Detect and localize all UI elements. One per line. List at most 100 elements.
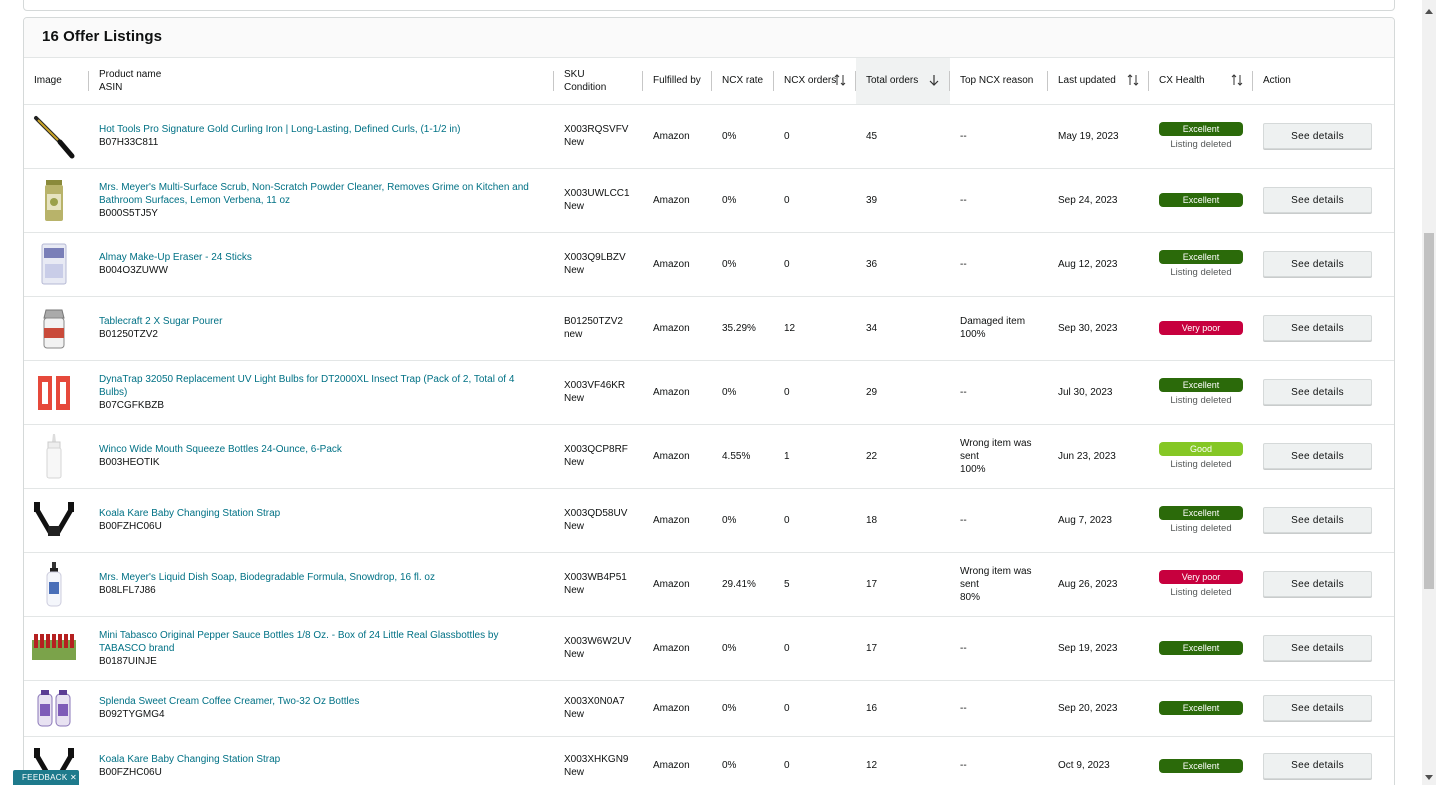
card-header: 16 Offer Listings <box>24 18 1394 58</box>
product-name-link[interactable]: Tablecraft 2 X Sugar Pourer <box>99 315 544 328</box>
see-details-button[interactable]: See details <box>1263 635 1372 661</box>
cx-health-cell: Excellent <box>1149 680 1253 736</box>
see-details-button[interactable]: See details <box>1263 443 1372 469</box>
ncx-orders: 0 <box>784 258 790 270</box>
ncx-reason: -- <box>960 760 967 772</box>
table-row: Mrs. Meyer's Liquid Dish Soap, Biodegrad… <box>24 552 1394 616</box>
asin: B092TYGMG4 <box>99 709 165 720</box>
see-details-button[interactable]: See details <box>1263 251 1372 277</box>
product-thumbnail[interactable] <box>30 432 78 480</box>
product-thumbnail[interactable] <box>30 112 78 160</box>
top-ncx-reason-cell: -- <box>950 616 1048 680</box>
total-orders: 16 <box>866 702 878 714</box>
total-orders: 18 <box>866 514 878 526</box>
product-name-link[interactable]: Splenda Sweet Cream Coffee Creamer, Two-… <box>99 695 544 708</box>
scrollbar-thumb[interactable] <box>1424 233 1434 589</box>
listing-status: Listing deleted <box>1170 138 1232 150</box>
product-thumbnail[interactable] <box>30 684 78 732</box>
product-image-cell <box>24 680 89 736</box>
product-name-cell: Mini Tabasco Original Pepper Sauce Bottl… <box>89 616 554 680</box>
fulfilled-by: Amazon <box>653 514 690 526</box>
condition: New <box>564 201 585 212</box>
product-thumbnail[interactable] <box>30 368 78 416</box>
product-thumbnail[interactable] <box>30 624 78 672</box>
see-details-button[interactable]: See details <box>1263 695 1372 721</box>
product-thumbnail[interactable] <box>30 496 78 544</box>
asin: B003HEOTIK <box>99 457 160 468</box>
see-details-button[interactable]: See details <box>1263 379 1372 405</box>
top-ncx-reason-cell: -- <box>950 360 1048 424</box>
ncx-reason: -- <box>960 258 967 270</box>
fulfilled-by: Amazon <box>653 258 690 270</box>
product-name-link[interactable]: Mrs. Meyer's Liquid Dish Soap, Biodegrad… <box>99 571 544 584</box>
last-updated: Sep 30, 2023 <box>1058 322 1118 334</box>
feedback-tab[interactable]: FEEDBACK ✕ <box>13 770 79 785</box>
fulfilled-by: Amazon <box>653 130 690 142</box>
condition: new <box>564 329 583 340</box>
ncx-rate: 0% <box>722 702 737 714</box>
product-name-link[interactable]: Mini Tabasco Original Pepper Sauce Bottl… <box>99 629 544 655</box>
top-ncx-reason-cell: Damaged item 100% <box>950 296 1048 360</box>
col-image: Image <box>24 58 89 104</box>
fulfilled-by: Amazon <box>653 386 690 398</box>
product-name-cell: Mrs. Meyer's Liquid Dish Soap, Biodegrad… <box>89 552 554 616</box>
sku: X003QCP8RF <box>564 444 628 455</box>
see-details-button[interactable]: See details <box>1263 123 1372 149</box>
sku-cell: X003W6W2UV New <box>554 616 643 680</box>
ncx-reason: -- <box>960 194 967 206</box>
top-ncx-reason-cell: -- <box>950 680 1048 736</box>
sort-both-icon[interactable] <box>834 72 846 88</box>
product-thumbnail[interactable] <box>30 560 78 608</box>
sort-both-icon[interactable] <box>1127 72 1139 88</box>
sort-descending-icon[interactable] <box>928 72 940 88</box>
condition: New <box>564 393 585 404</box>
product-thumbnail[interactable] <box>30 240 78 288</box>
condition: New <box>564 585 585 596</box>
product-thumbnail[interactable] <box>30 176 78 224</box>
product-name-link[interactable]: DynaTrap 32050 Replacement UV Light Bulb… <box>99 373 544 399</box>
product-name-link[interactable]: Winco Wide Mouth Squeeze Bottles 24-Ounc… <box>99 443 544 456</box>
product-image-cell <box>24 296 89 360</box>
condition: New <box>564 709 585 720</box>
scroll-down-arrow-icon[interactable] <box>1425 775 1433 780</box>
top-ncx-reason-cell: -- <box>950 736 1048 785</box>
asin: B08LFL7J86 <box>99 585 156 596</box>
sku: X003VF46KR <box>564 380 626 391</box>
asin: B01250TZV2 <box>99 329 158 340</box>
see-details-button[interactable]: See details <box>1263 571 1372 597</box>
product-name-link[interactable]: Koala Kare Baby Changing Station Strap <box>99 753 544 766</box>
col-top-ncx-reason: Top NCX reason <box>950 58 1048 104</box>
product-name-link[interactable]: Koala Kare Baby Changing Station Strap <box>99 507 544 520</box>
see-details-button[interactable]: See details <box>1263 507 1372 533</box>
col-last-updated[interactable]: Last updated <box>1048 58 1149 104</box>
action-cell: See details <box>1253 680 1394 736</box>
col-total-orders[interactable]: Total orders <box>856 58 950 104</box>
see-details-button[interactable]: See details <box>1263 187 1372 213</box>
scroll-up-arrow-icon[interactable] <box>1425 9 1433 14</box>
ncx-reason: -- <box>960 386 967 398</box>
sku: X003QD58UV <box>564 508 628 519</box>
ncx-reason-percent: 80% <box>960 591 981 603</box>
ncx-rate: 0% <box>722 386 737 398</box>
condition: New <box>564 137 585 148</box>
sort-both-icon[interactable] <box>1231 72 1243 88</box>
offer-listings-table: Image Product name ASIN SKU Condition Fulf… <box>24 58 1394 785</box>
cx-health-cell: Excellent <box>1149 736 1253 785</box>
col-action: Action <box>1263 75 1291 87</box>
see-details-button[interactable]: See details <box>1263 752 1372 779</box>
vertical-scrollbar[interactable] <box>1422 0 1436 785</box>
see-details-button[interactable]: See details <box>1263 315 1372 341</box>
product-thumbnail[interactable] <box>30 304 78 352</box>
col-ncx-orders[interactable]: NCX orders <box>774 58 856 104</box>
col-cx-health[interactable]: CX Health <box>1149 58 1253 104</box>
product-name-link[interactable]: Almay Make-Up Eraser - 24 Sticks <box>99 251 544 264</box>
fulfilled-by: Amazon <box>653 450 690 462</box>
cx-health-badge: Excellent <box>1159 249 1243 264</box>
asin: B0187UINJE <box>99 655 157 667</box>
product-name-link[interactable]: Hot Tools Pro Signature Gold Curling Iro… <box>99 123 544 136</box>
product-name-link[interactable]: Mrs. Meyer's Multi-Surface Scrub, Non-Sc… <box>99 181 544 207</box>
ncx-orders: 0 <box>784 760 790 772</box>
condition: New <box>564 766 585 778</box>
product-name-cell: Koala Kare Baby Changing Station Strap B0… <box>89 488 554 552</box>
fulfilled-by: Amazon <box>653 578 690 590</box>
